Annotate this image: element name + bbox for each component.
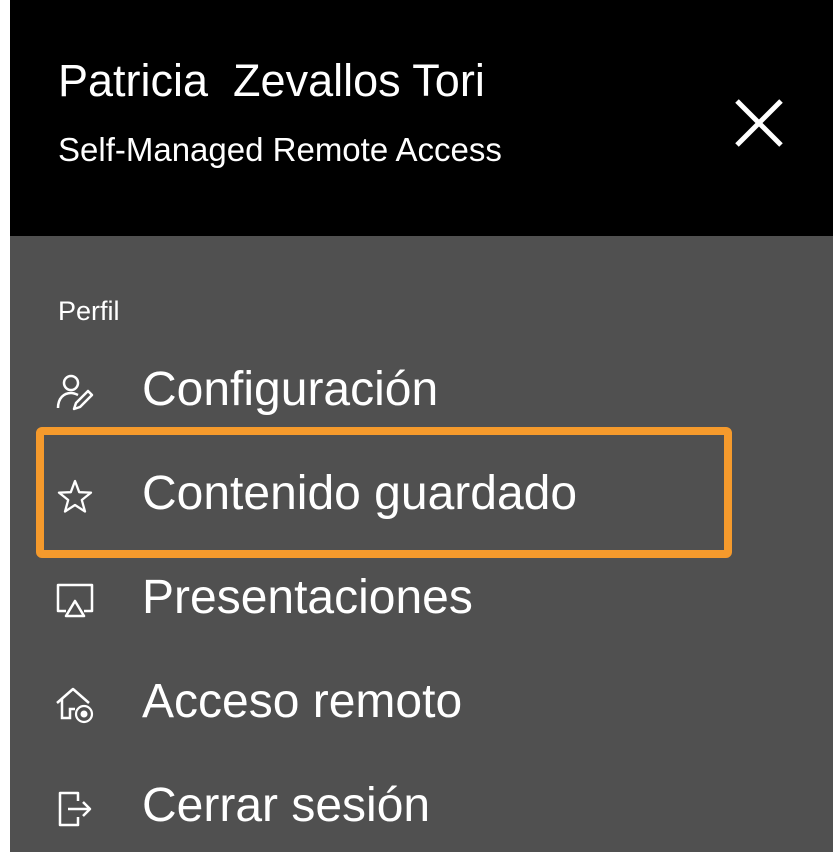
- menu-item-contenido-guardado[interactable]: Contenido guardado: [10, 454, 833, 540]
- presentation-icon: [56, 583, 94, 618]
- menu-item-label: Acceso remoto: [142, 675, 463, 728]
- menu-item-label: Configuración: [142, 363, 439, 416]
- logout-icon: [58, 791, 92, 827]
- user-edit-icon: [56, 374, 94, 411]
- menu-header: Patricia Zevallos Tori Self-Managed Remo…: [10, 0, 833, 236]
- remote-home-icon: [56, 687, 94, 724]
- menu-content: Perfil Configuración Contenido guardado …: [10, 236, 833, 852]
- user-menu-panel: Patricia Zevallos Tori Self-Managed Remo…: [10, 0, 833, 852]
- menu-item-cerrar-sesion[interactable]: Cerrar sesión: [10, 766, 833, 852]
- user-subtitle: Self-Managed Remote Access: [58, 131, 502, 168]
- user-name: Patricia Zevallos Tori: [58, 55, 485, 106]
- close-icon: [735, 99, 783, 147]
- star-icon: [57, 479, 93, 513]
- section-label-perfil: Perfil: [58, 296, 120, 326]
- menu-item-configuracion[interactable]: Configuración: [10, 350, 833, 436]
- menu-item-acceso-remoto[interactable]: Acceso remoto: [10, 662, 833, 748]
- menu-item-label: Cerrar sesión: [142, 779, 431, 832]
- menu-item-label: Presentaciones: [142, 571, 473, 624]
- close-button[interactable]: [731, 95, 787, 151]
- menu-item-label: Contenido guardado: [142, 467, 578, 520]
- menu-item-presentaciones[interactable]: Presentaciones: [10, 558, 833, 644]
